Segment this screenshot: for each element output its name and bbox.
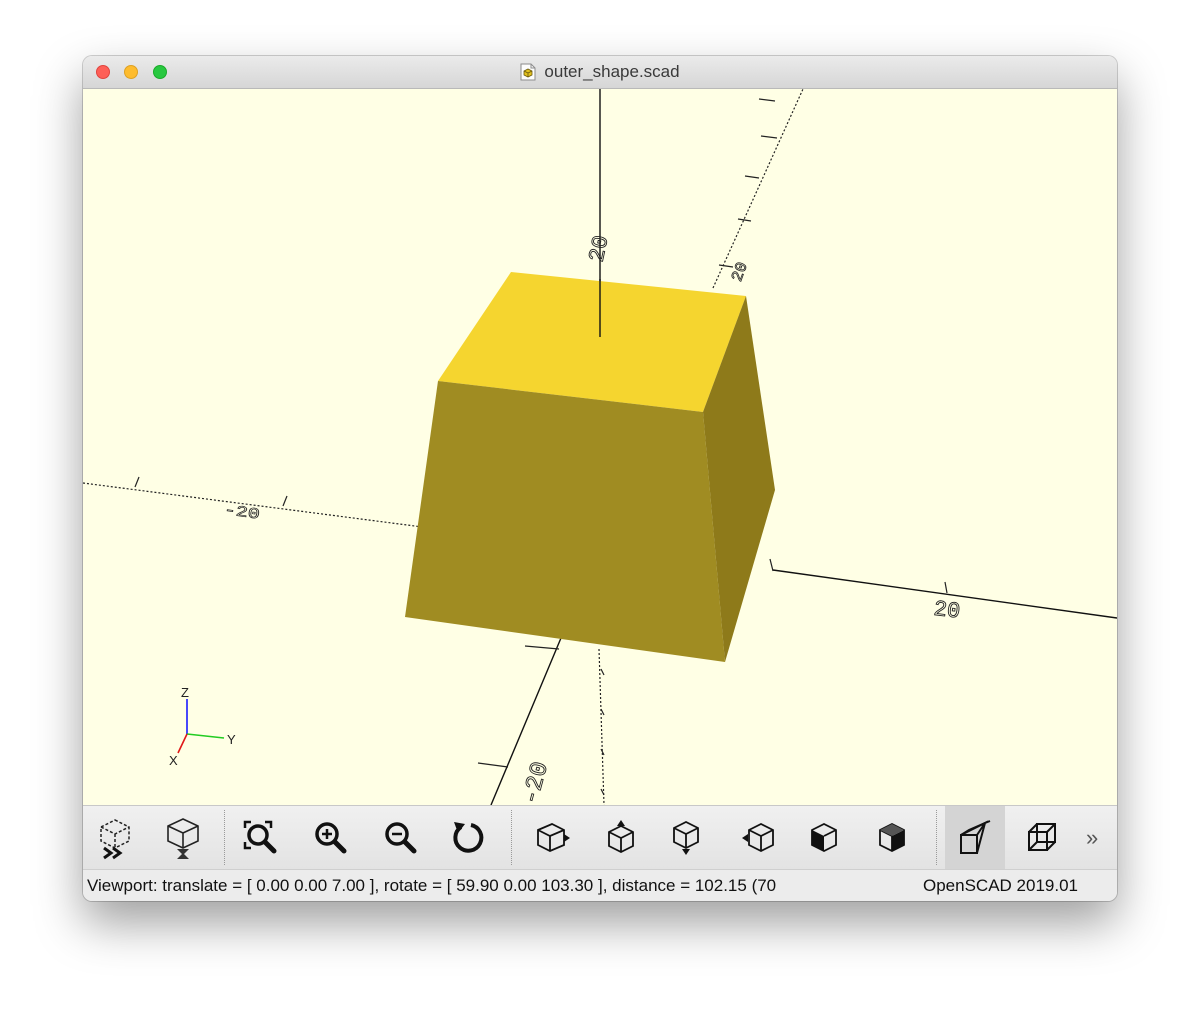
toolbar-separator	[511, 810, 512, 865]
orthogonal-button[interactable]	[1015, 806, 1071, 869]
view-left-button[interactable]	[731, 806, 787, 869]
view-bottom-icon	[673, 820, 699, 855]
title-bar[interactable]: outer_shape.scad	[83, 56, 1117, 89]
axes-indicator-z: Z	[181, 685, 189, 700]
viewport-status-text: Viewport: translate = [ 0.00 0.00 7.00 ]…	[87, 876, 777, 895]
view-left-icon	[742, 822, 774, 852]
app-window: outer_shape.scad -20 20 20 -20 20 Z Y X …	[83, 56, 1117, 901]
zoom-fit-icon	[243, 820, 277, 853]
view-toolbar: »	[83, 805, 1117, 869]
reset-view-button[interactable]	[441, 806, 497, 869]
x-negative-axis	[83, 482, 439, 530]
view-all-button[interactable]	[233, 806, 289, 869]
shape-front-face[interactable]	[405, 381, 725, 662]
z-positive-axis-label: 20	[585, 233, 615, 264]
axes-indicator-x: X	[169, 753, 178, 768]
scad-document-icon	[520, 63, 536, 81]
scene-svg[interactable]: -20 20 20 -20 20 Z Y X	[83, 89, 1117, 805]
toolbar-overflow-button[interactable]: »	[1086, 806, 1098, 869]
view-front-icon	[811, 822, 837, 852]
view-back-icon	[879, 822, 905, 852]
zoom-in-icon	[315, 821, 347, 853]
render-icon	[167, 817, 199, 859]
view-right-icon	[537, 822, 570, 852]
y-positive-axis-label: 20	[932, 597, 961, 625]
toolbar-separator	[224, 810, 225, 865]
view-bottom-button[interactable]	[658, 806, 714, 869]
app-version-label: OpenSCAD 2019.01	[923, 876, 1078, 895]
axes-indicator-y: Y	[227, 732, 236, 747]
zoom-out-icon	[385, 821, 417, 853]
preview-button[interactable]	[87, 806, 143, 869]
view-right-button[interactable]	[524, 806, 580, 869]
preview-icon	[100, 818, 130, 859]
zoom-in-button[interactable]	[303, 806, 359, 869]
3d-viewport[interactable]: -20 20 20 -20 20 Z Y X	[83, 89, 1117, 805]
perspective-button[interactable]	[945, 806, 1005, 869]
view-front-button[interactable]	[796, 806, 852, 869]
window-title: outer_shape.scad	[544, 62, 680, 81]
view-top-icon	[608, 819, 634, 853]
reset-view-icon	[453, 821, 484, 853]
y-negative-axis	[712, 89, 804, 289]
zoom-out-button[interactable]	[373, 806, 429, 869]
toolbar-separator	[936, 810, 937, 865]
axes-indicator: Z Y X	[169, 685, 236, 768]
y-negative-axis-label: 20	[728, 260, 751, 284]
view-back-button[interactable]	[864, 806, 920, 869]
orthogonal-icon	[1028, 822, 1056, 851]
view-top-button[interactable]	[593, 806, 649, 869]
render-button[interactable]	[155, 806, 211, 869]
x-positive-axis-label: -20	[518, 759, 555, 805]
perspective-icon	[960, 819, 991, 854]
status-bar: Viewport: translate = [ 0.00 0.00 7.00 ]…	[83, 869, 1117, 901]
title-group: outer_shape.scad	[83, 56, 1117, 88]
